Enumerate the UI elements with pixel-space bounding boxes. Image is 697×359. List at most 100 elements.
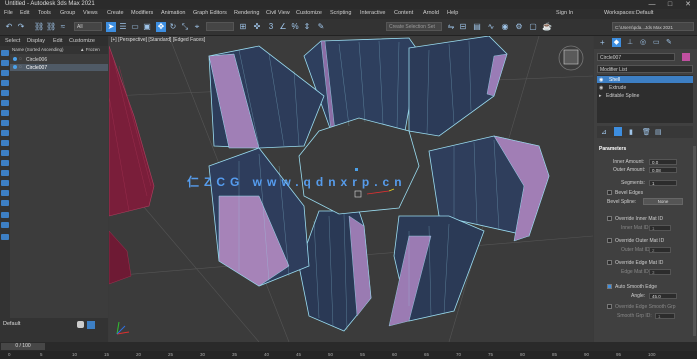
menu-customize[interactable]: Customize: [296, 10, 322, 16]
expand-icon[interactable]: ▸: [599, 93, 602, 99]
select-by-name-icon[interactable]: ☰: [118, 22, 128, 32]
filter-selection-icon[interactable]: [1, 212, 9, 218]
project-path-dropdown[interactable]: C:\Users\pda...Jds Max 2021: [612, 22, 694, 31]
inner-amount-spinner[interactable]: 0.0: [649, 159, 677, 165]
smooth-group-id-spinner[interactable]: 1: [655, 313, 675, 319]
bind-space-warp-icon[interactable]: ≈: [58, 22, 68, 32]
menu-modifiers[interactable]: Modifiers: [131, 10, 153, 16]
modifier-list-dropdown[interactable]: Modifier List: [597, 65, 693, 73]
modifier-stack-item-shell[interactable]: ◉ Shell: [597, 76, 693, 83]
spinner-snap-icon[interactable]: ⇕: [302, 22, 312, 32]
render-setup-icon[interactable]: ⚙: [514, 22, 524, 32]
tab-customize[interactable]: Customize: [69, 38, 95, 44]
time-slider-thumb[interactable]: 0 / 100: [1, 343, 45, 350]
filter-frozen-icon[interactable]: [1, 150, 9, 156]
layer-visibility-icon[interactable]: [77, 321, 84, 328]
red-object-upper[interactable]: [109, 45, 155, 217]
modify-tab-icon[interactable]: ◆: [612, 38, 621, 47]
select-and-move-icon[interactable]: ✥: [156, 22, 166, 32]
menu-group[interactable]: Group: [60, 10, 75, 16]
window-crossing-icon[interactable]: ▣: [142, 22, 152, 32]
redo-icon[interactable]: ↷: [16, 22, 26, 32]
menu-arnold[interactable]: Arnold: [423, 10, 439, 16]
override-inner-mat-checkbox[interactable]: [607, 216, 612, 221]
make-unique-icon[interactable]: ▮: [629, 128, 633, 136]
menu-views[interactable]: Views: [83, 10, 98, 16]
auto-smooth-edge-checkbox[interactable]: [607, 284, 612, 289]
filter-bones-icon[interactable]: [1, 130, 9, 136]
outer-amount-spinner[interactable]: 0.08: [649, 167, 677, 173]
render-frame-icon[interactable]: ▢: [528, 22, 538, 32]
angle-spinner[interactable]: 45.0: [649, 293, 677, 299]
select-and-scale-icon[interactable]: ⤡: [180, 22, 190, 32]
layer-explorer-icon[interactable]: [87, 321, 95, 329]
pin-stack-icon[interactable]: ⊿: [601, 128, 607, 136]
filter-space-warps-icon[interactable]: [1, 100, 9, 106]
viewport-label[interactable]: [+] [Perspective] [Standard] [Edged Face…: [111, 37, 205, 43]
align-icon[interactable]: ⊟: [458, 22, 468, 32]
undo-icon[interactable]: ↶: [4, 22, 14, 32]
reference-coordinate-dropdown[interactable]: [206, 22, 234, 31]
show-end-result-icon[interactable]: [614, 127, 622, 136]
filter-containers-icon[interactable]: [1, 140, 9, 146]
workspaces-dropdown[interactable]: Default: [636, 10, 653, 16]
menu-content[interactable]: Content: [394, 10, 413, 16]
modifier-stack-item-editable-spline[interactable]: ▸ Editable Spline: [597, 92, 693, 99]
parameters-title[interactable]: Parameters: [599, 146, 626, 152]
filter-helpers-icon[interactable]: [1, 90, 9, 96]
menu-edit[interactable]: Edit: [20, 10, 29, 16]
rectangular-selection-icon[interactable]: ▭: [130, 22, 140, 32]
tab-display[interactable]: Display: [27, 38, 45, 44]
list-item[interactable]: ◌ Circle006: [10, 56, 108, 63]
inner-mat-id-spinner[interactable]: 1: [649, 225, 671, 231]
angle-snap-icon[interactable]: ∠: [278, 22, 288, 32]
override-outer-mat-checkbox[interactable]: [607, 238, 612, 243]
bevel-edges-checkbox[interactable]: [607, 190, 612, 195]
column-name-header[interactable]: Name (Sorted Ascending): [12, 47, 64, 52]
link-icon[interactable]: ⛓: [34, 22, 44, 32]
unlink-icon[interactable]: ⛓: [46, 22, 56, 32]
list-item[interactable]: ◌ Circle007: [10, 64, 108, 71]
layer-label[interactable]: Default: [3, 321, 20, 327]
column-frozen-header[interactable]: ▲ Frozen: [80, 47, 100, 52]
filter-none-icon[interactable]: [1, 180, 9, 186]
filter-shapes-icon[interactable]: [1, 60, 9, 66]
eye-icon[interactable]: ◉: [599, 85, 603, 91]
visibility-icon[interactable]: [13, 57, 17, 61]
utilities-tab-icon[interactable]: ✎: [666, 38, 672, 46]
close-button[interactable]: ✕: [679, 0, 697, 9]
filter-cameras-icon[interactable]: [1, 80, 9, 86]
menu-scripting[interactable]: Scripting: [330, 10, 351, 16]
perspective-viewport[interactable]: [+] [Perspective] [Standard] [Edged Face…: [109, 36, 593, 342]
filter-groups-icon[interactable]: [1, 110, 9, 116]
menu-graph-editors[interactable]: Graph Editors: [193, 10, 227, 16]
manipulate-icon[interactable]: ✜: [252, 22, 262, 32]
viewcube-icon[interactable]: [558, 45, 584, 71]
configure-sets-icon[interactable]: ▤: [655, 128, 662, 136]
snaps-toggle-icon[interactable]: 3: [266, 22, 276, 32]
filter-hidden-icon[interactable]: [1, 160, 9, 166]
mirror-icon[interactable]: ⇋: [446, 22, 456, 32]
filter-all-icon[interactable]: [1, 170, 9, 176]
menu-help[interactable]: Help: [447, 10, 458, 16]
selection-filter-dropdown[interactable]: All: [74, 22, 102, 31]
edge-mat-id-spinner[interactable]: 3: [649, 269, 671, 275]
filter-xrefs-icon[interactable]: [1, 120, 9, 126]
filter-dependencies-icon[interactable]: [1, 200, 9, 206]
edit-named-selection-icon[interactable]: ✎: [316, 22, 326, 32]
filter-invert-icon[interactable]: [1, 190, 9, 196]
tab-select[interactable]: Select: [5, 38, 20, 44]
time-slider[interactable]: 0 / 100 0 5 10 15 20 25 30 35 40 45 50 55 60 65 70 75 80…: [0, 342, 697, 359]
menu-tools[interactable]: Tools: [38, 10, 51, 16]
pivot-center-icon[interactable]: ⊞: [238, 22, 248, 32]
scene-explorer-toggle-icon[interactable]: ▤: [472, 22, 482, 32]
select-object-icon[interactable]: ➤: [106, 22, 116, 32]
render-icon[interactable]: ☕: [542, 22, 552, 32]
menu-rendering[interactable]: Rendering: [234, 10, 259, 16]
override-edge-smooth-checkbox[interactable]: [607, 304, 612, 309]
bevel-spline-button[interactable]: None: [643, 198, 683, 205]
sync-selection-icon[interactable]: [1, 222, 9, 228]
command-panel-scrollbar[interactable]: [693, 146, 696, 336]
select-and-rotate-icon[interactable]: ↻: [168, 22, 178, 32]
hierarchy-tab-icon[interactable]: ⊥: [627, 38, 633, 46]
